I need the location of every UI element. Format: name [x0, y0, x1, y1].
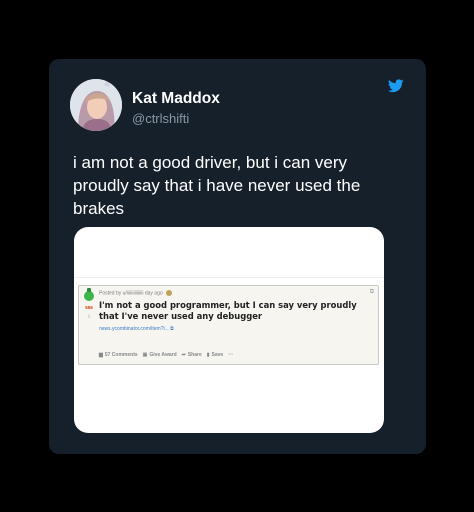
vote-column: 555 ⇩ — [83, 288, 95, 320]
comments-button[interactable]: ▆ 57 Comments — [99, 352, 138, 358]
gift-icon: ▣ — [142, 352, 148, 358]
save-label: Save — [211, 352, 224, 358]
post-meta: Posted by u/iiiiiiiiiiiiiii day ago — [99, 290, 172, 296]
downvote-icon[interactable]: ⇩ — [83, 314, 95, 320]
share-label: Share — [187, 352, 202, 358]
tweet-card: Kat Maddox @ctrlshifti i am not a good d… — [49, 59, 426, 454]
reddit-post[interactable]: 555 ⇩ Posted by u/iiiiiiiiiiiiiii day ag… — [78, 285, 379, 365]
author-name[interactable]: Kat Maddox — [132, 90, 220, 108]
save-icon: ▮ — [206, 352, 210, 358]
external-link-icon: ⧉ — [170, 326, 174, 332]
post-time: day ago — [144, 290, 163, 297]
save-button[interactable]: ▮ Save — [207, 352, 223, 358]
avatar[interactable] — [70, 79, 122, 131]
award-icon — [165, 290, 172, 296]
post-title[interactable]: I'm not a good programmer, but I can say… — [99, 300, 375, 322]
external-link-icon[interactable]: ⧉ — [370, 289, 374, 296]
post-username[interactable]: iiiiiiiiiiiiiii — [127, 290, 144, 296]
twitter-bird-icon[interactable] — [388, 79, 404, 93]
comment-icon: ▆ — [99, 352, 103, 358]
upvote-icon[interactable] — [84, 288, 94, 301]
more-button[interactable]: ··· — [228, 352, 233, 358]
share-button[interactable]: ➦ Share — [182, 352, 202, 358]
post-link-text[interactable]: news.ycombinator.com/item?i... — [99, 326, 169, 332]
author-handle[interactable]: @ctrlshifti — [132, 111, 189, 126]
award-label: Give Award — [149, 352, 177, 358]
posted-by-label: Posted by u/ — [99, 290, 127, 297]
share-icon: ➦ — [181, 352, 186, 358]
tweet-text: i am not a good driver, but i can very p… — [73, 153, 361, 218]
post-actions: ▆ 57 Comments ▣ Give Award ➦ Share ▮ Save ··… — [99, 352, 233, 358]
tweet-media[interactable]: 555 ⇩ Posted by u/iiiiiiiiiiiiiii day ag… — [74, 227, 384, 433]
divider — [74, 277, 384, 278]
give-award-button[interactable]: ▣ Give Award — [143, 352, 177, 358]
comments-label: 57 Comments — [104, 352, 138, 358]
post-link[interactable]: news.ycombinator.com/item?i... ⧉ — [99, 326, 174, 332]
post-score: 555 — [85, 305, 93, 310]
